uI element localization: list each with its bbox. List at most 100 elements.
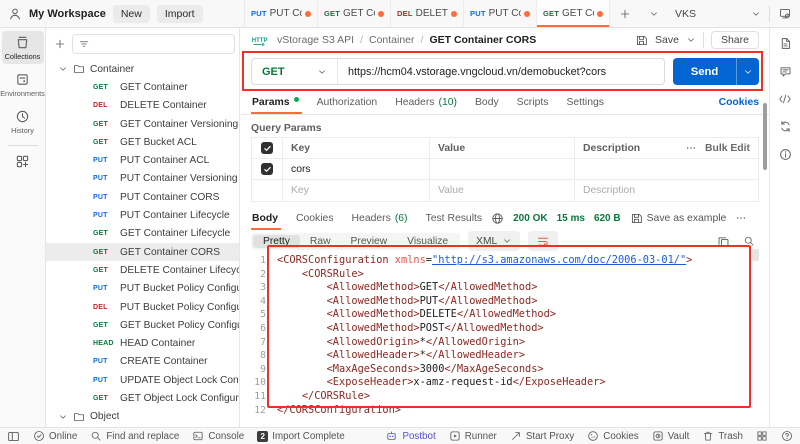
- trash-button[interactable]: Trash: [702, 430, 743, 442]
- comments-icon[interactable]: [779, 65, 792, 78]
- tab-authorization[interactable]: Authorization: [308, 91, 387, 114]
- tab-scripts[interactable]: Scripts: [508, 91, 558, 114]
- send-options-caret[interactable]: [736, 58, 759, 85]
- search-icon[interactable]: [743, 235, 755, 247]
- postbot-button[interactable]: Postbot: [385, 430, 436, 442]
- tab-settings[interactable]: Settings: [557, 91, 613, 114]
- tree-folder[interactable]: Container: [46, 60, 239, 78]
- tree-request[interactable]: GET GET Container Lifecycle: [46, 225, 239, 243]
- start-proxy-button[interactable]: Start Proxy: [510, 430, 574, 442]
- documentation-icon[interactable]: [779, 37, 792, 50]
- param-description-placeholder[interactable]: Description: [574, 180, 758, 201]
- format-selector[interactable]: XML: [468, 231, 521, 251]
- chevron-down-icon[interactable]: [58, 412, 68, 422]
- request-tab[interactable]: GETGET Contair: [318, 0, 391, 27]
- param-key-placeholder[interactable]: Key: [282, 180, 429, 201]
- vault-button[interactable]: Vault: [652, 430, 689, 442]
- breadcrumb-folder[interactable]: Container: [369, 34, 415, 46]
- bulk-edit-button[interactable]: Bulk Edit: [705, 143, 750, 154]
- tree-request[interactable]: PUT CREATE Container: [46, 353, 239, 371]
- tree-request[interactable]: PUT PUT Container CORS: [46, 188, 239, 206]
- param-checkbox[interactable]: [261, 163, 273, 175]
- tree-request[interactable]: PUT PUT Container Lifecycle: [46, 206, 239, 224]
- cookies-button[interactable]: Cookies: [587, 430, 639, 442]
- tree-request[interactable]: HEAD HEAD Container: [46, 334, 239, 352]
- tab-params[interactable]: Params: [251, 91, 308, 114]
- tree-request[interactable]: DEL DELETE Container: [46, 97, 239, 115]
- tree-request[interactable]: PUT PUT Bucket Policy Configu...: [46, 280, 239, 298]
- view-mode-raw[interactable]: Raw: [300, 235, 341, 248]
- view-mode-visualize[interactable]: Visualize: [397, 235, 458, 248]
- save-as-example-button[interactable]: Save as example: [630, 212, 726, 225]
- toggle-sidebar-icon[interactable]: [7, 430, 20, 443]
- request-tab[interactable]: PUTPUT Contai: [464, 0, 537, 27]
- param-key[interactable]: cors: [282, 159, 429, 179]
- environment-selector[interactable]: VKS: [675, 8, 761, 20]
- send-button[interactable]: Send: [673, 58, 759, 85]
- chevron-down-icon[interactable]: [58, 64, 68, 74]
- save-button[interactable]: Save: [655, 34, 679, 46]
- share-button[interactable]: Share: [710, 31, 759, 49]
- console-button[interactable]: Console: [192, 430, 244, 442]
- tree-request[interactable]: DEL PUT Bucket Policy Configu...: [46, 298, 239, 316]
- tab-test-results[interactable]: Test Results: [417, 206, 492, 230]
- view-mode-pretty[interactable]: Pretty: [253, 234, 300, 248]
- find-and-replace-button[interactable]: Find and replace: [90, 430, 179, 442]
- tab-options-button[interactable]: [640, 0, 668, 27]
- related-requests-icon[interactable]: [779, 120, 792, 133]
- network-icon[interactable]: [491, 212, 504, 225]
- two-pane-toggle[interactable]: [756, 430, 768, 442]
- request-tab[interactable]: GETGET Contair: [537, 0, 610, 27]
- request-tab[interactable]: PUTPUT Contair: [245, 0, 318, 27]
- tab-body[interactable]: Body: [466, 91, 508, 114]
- tree-request[interactable]: PUT PUT Container ACL: [46, 151, 239, 169]
- tab-headers[interactable]: Headers (6): [343, 206, 417, 230]
- info-icon[interactable]: [779, 148, 792, 161]
- tree-request[interactable]: GET GET Container Versioning: [46, 115, 239, 133]
- breadcrumb-collection[interactable]: vStorage S3 API: [277, 34, 354, 46]
- table-row[interactable]: cors: [252, 159, 758, 180]
- tree-request[interactable]: GET GET Bucket ACL: [46, 133, 239, 151]
- tree-request[interactable]: PUT PUT Container Versioning: [46, 170, 239, 188]
- copy-icon[interactable]: [717, 235, 730, 248]
- new-tab-button[interactable]: [610, 0, 640, 27]
- response-scrollbar[interactable]: [752, 249, 759, 261]
- sidebar-item-collections[interactable]: Collections: [1, 31, 44, 64]
- chevron-down-icon[interactable]: [686, 35, 696, 45]
- param-value[interactable]: [429, 159, 574, 179]
- main-scrollbar[interactable]: [763, 103, 767, 170]
- param-value-placeholder[interactable]: Value: [429, 180, 574, 201]
- param-description[interactable]: [574, 159, 758, 179]
- table-row-placeholder[interactable]: Key Value Description: [252, 180, 758, 201]
- sidebar-item-environments[interactable]: Environments: [0, 68, 45, 101]
- tab-cookies[interactable]: Cookies: [287, 206, 343, 230]
- tree-request[interactable]: GET GET Object Lock Configur...: [46, 389, 239, 407]
- cookies-link[interactable]: Cookies: [719, 97, 759, 108]
- sidebar-item-history[interactable]: History: [2, 105, 44, 138]
- code-snippet-icon[interactable]: [778, 93, 792, 105]
- tab-headers[interactable]: Headers (10): [386, 91, 466, 114]
- response-status[interactable]: 200 OK: [513, 213, 547, 224]
- new-button[interactable]: New: [112, 4, 150, 23]
- response-more-icon[interactable]: [735, 212, 747, 224]
- tree-request[interactable]: PUT UPDATE Object Lock Confi...: [46, 371, 239, 389]
- wrap-line-button[interactable]: [528, 231, 559, 251]
- url-input[interactable]: [338, 65, 664, 78]
- sidebar-search-box[interactable]: [72, 34, 235, 54]
- response-size[interactable]: 620 B: [594, 213, 621, 224]
- runner-button[interactable]: Runner: [449, 430, 497, 442]
- request-tab[interactable]: DELDELETE Cor: [391, 0, 464, 27]
- import-complete-status[interactable]: 2 Import Complete: [257, 430, 345, 442]
- tree-request[interactable]: GET GET Container CORS: [46, 242, 239, 262]
- method-selector[interactable]: GET: [252, 59, 338, 84]
- tree-folder[interactable]: Object: [46, 408, 239, 426]
- tree-request[interactable]: GET GET Bucket Policy Configu...: [46, 316, 239, 334]
- environment-quick-look-icon[interactable]: [778, 7, 792, 20]
- help-button[interactable]: [781, 430, 793, 442]
- new-element-icon[interactable]: [15, 154, 30, 169]
- tree-request[interactable]: GET GET Container: [46, 78, 239, 96]
- response-time[interactable]: 15 ms: [557, 213, 585, 224]
- sidebar-search-input[interactable]: [94, 38, 229, 50]
- add-collection-icon[interactable]: [54, 38, 66, 50]
- view-mode-preview[interactable]: Preview: [341, 235, 398, 248]
